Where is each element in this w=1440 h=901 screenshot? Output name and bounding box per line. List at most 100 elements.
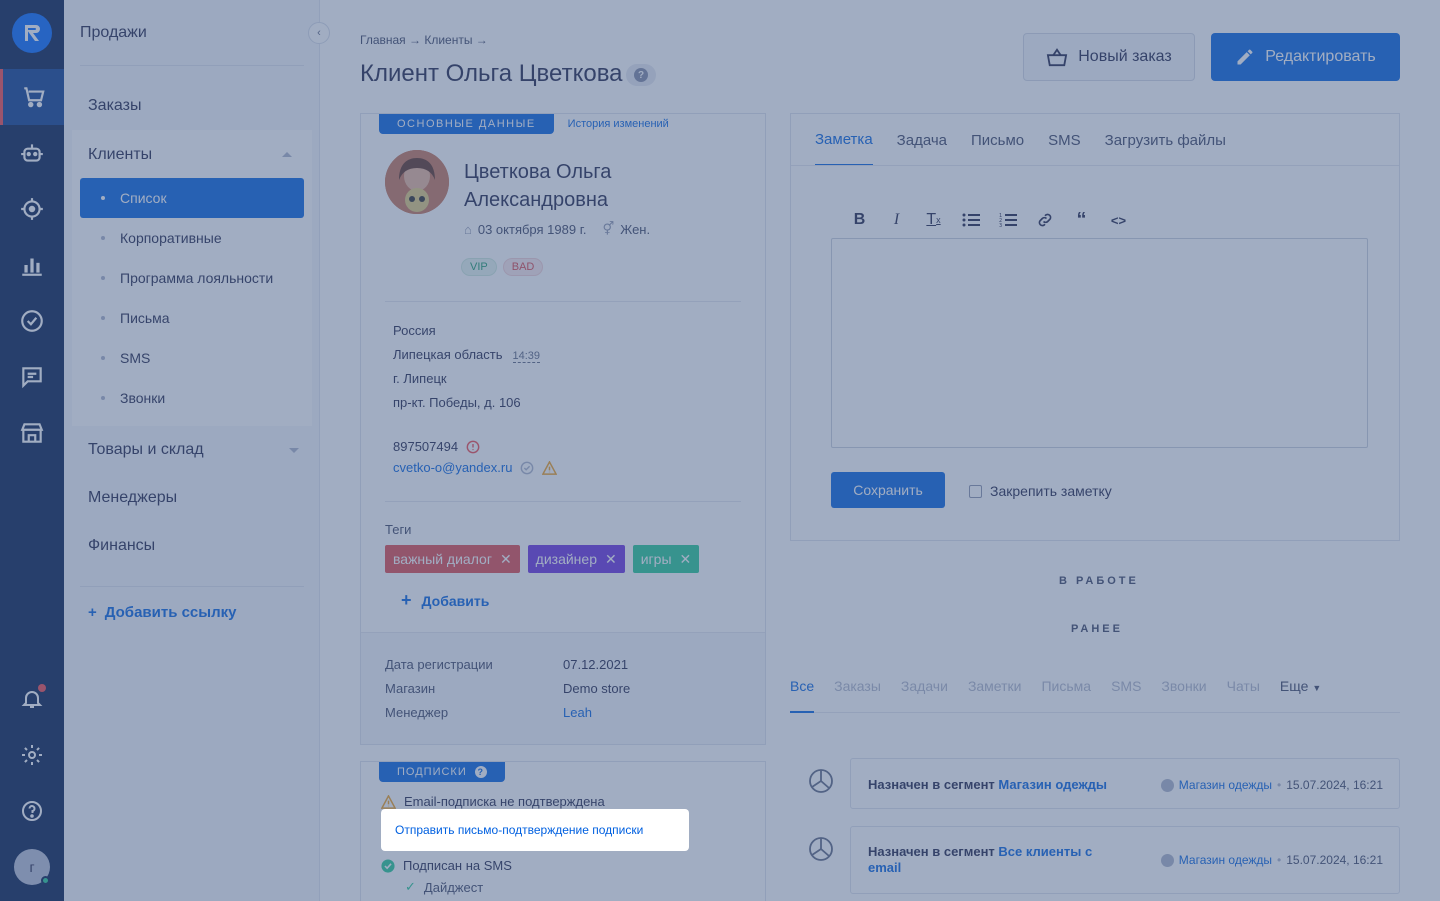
cart-icon[interactable] [0,69,64,125]
digest-text: Дайджест [423,879,484,895]
store-icon[interactable] [0,405,64,461]
help-badge[interactable]: ? [626,64,656,86]
feed-item-text: Назначен в сегмент Все клиенты с email [868,844,1118,876]
region: Липецкая область [393,347,503,362]
chevron-down-icon[interactable] [289,448,299,453]
tab-main-data[interactable]: ОСНОВНЫЕ ДАННЫЕ [379,114,554,134]
shop-link[interactable]: Магазин одежды [1179,853,1272,867]
clear-format-icon[interactable]: Tx [915,208,952,232]
bullet-list-icon[interactable] [952,208,989,232]
chat-icon[interactable] [0,349,64,405]
feed-tab-calls[interactable]: Звонки [1161,675,1206,713]
tab-sms[interactable]: SMS [1048,132,1081,149]
tab-note[interactable]: Заметка [815,114,873,166]
client-phone[interactable]: 897507494 [393,439,480,454]
tag[interactable]: дизайнер ✕ [527,545,625,573]
sidebar-item-calls[interactable]: Звонки [80,378,304,418]
main-content: Главная → Клиенты → Клиент Ольга Цветков… [320,0,1440,901]
feed-tab-notes[interactable]: Заметки [968,675,1022,713]
italic-icon[interactable]: I [878,208,915,232]
feed-item[interactable]: Назначен в сегмент Все клиенты с email М… [850,826,1400,894]
robot-icon[interactable] [0,125,64,181]
feed-tab-chats[interactable]: Чаты [1227,675,1260,713]
segment-link[interactable]: Магазин одежды [998,777,1107,792]
email-warning-text: Email-подписка не подтверждена [404,794,605,809]
segment-pie-icon [809,837,833,861]
add-tag-label: Добавить [421,592,490,609]
logo-icon[interactable] [12,13,52,53]
shop-link[interactable]: Магазин одежды [1179,778,1272,792]
breadcrumb[interactable]: Главная → Клиенты → [360,33,488,47]
sidebar-item-loyalty[interactable]: Программа лояльности [80,258,304,298]
bell-icon[interactable] [0,671,64,727]
chevron-up-icon[interactable] [282,152,292,157]
sidebar-item-corporate[interactable]: Корпоративные [80,218,304,258]
feed-tab-tasks[interactable]: Задачи [901,675,948,713]
client-card: ОСНОВНЫЕ ДАННЫЕ История изменений Цветко… [360,113,766,745]
sidebar-item-sms[interactable]: SMS [80,338,304,378]
sidebar-item-managers[interactable]: Менеджеры [88,489,177,507]
save-button[interactable]: Сохранить [831,472,945,508]
client-email[interactable]: cvetko-o@yandex.ru [393,460,558,475]
note-editor-card: Заметка Задача Письмо SMS Загрузить файл… [790,113,1400,541]
feed-tab-all[interactable]: Все [790,675,815,713]
online-dot [41,876,50,885]
sidebar-item-orders[interactable]: Заказы [88,97,141,115]
bold-icon[interactable]: B [841,208,878,232]
shop-label: Магазин [385,681,436,696]
add-link-button[interactable]: + Добавить ссылку [88,604,236,621]
new-order-button[interactable]: Новый заказ [1023,33,1195,81]
tag[interactable]: игры ✕ [632,545,700,573]
close-icon[interactable]: ✕ [680,551,692,568]
sidebar-item-goods[interactable]: Товары и склад [88,441,204,459]
tab-letter[interactable]: Письмо [971,132,1024,149]
segment-pie-icon [809,769,833,793]
client-avatar[interactable] [385,150,449,214]
question-icon[interactable]: ? [474,766,487,778]
add-link-label: Добавить ссылку [104,604,237,621]
help-icon[interactable] [0,783,64,839]
numbered-list-icon[interactable]: 123 [989,208,1026,232]
quote-icon[interactable]: “ [1063,208,1100,232]
target-icon[interactable] [0,181,64,237]
code-icon[interactable]: <> [1100,208,1137,232]
feed-tab-sms[interactable]: SMS [1111,675,1141,713]
vip-chip: VIP [461,258,497,276]
feed-item-date: 15.07.2024, 16:21 [1286,853,1383,867]
check-circle-icon[interactable] [0,293,64,349]
feed-tab-more[interactable]: Еще ▼ [1280,675,1321,713]
checkbox[interactable] [969,484,982,498]
gear-icon[interactable] [0,727,64,783]
tag-label: дизайнер [535,551,597,567]
close-icon[interactable]: ✕ [500,551,512,568]
pin-note-checkbox[interactable]: Закрепить заметку [969,483,1112,499]
sidebar-item-clients[interactable]: Клиенты [88,146,152,164]
new-order-label: Новый заказ [1078,48,1172,65]
link-icon[interactable] [1026,208,1063,232]
sidebar-item-list[interactable]: Список [80,178,304,218]
sidebar-item-finance[interactable]: Финансы [88,537,155,555]
note-textarea[interactable] [831,238,1368,448]
tag[interactable]: важный диалог ✕ [385,545,520,573]
feed-tab-letters[interactable]: Письма [1041,675,1091,713]
add-tag-button[interactable]: + Добавить [401,590,489,611]
tab-task[interactable]: Задача [897,132,947,149]
check-circle-icon [521,461,534,474]
address-region: Липецкая область 14:39 [393,347,541,363]
close-icon[interactable]: ✕ [605,551,617,568]
analytics-icon[interactable] [0,237,64,293]
send-confirmation-link[interactable]: Отправить письмо-подтверждение подписки [381,809,689,851]
feed-item-date: 15.07.2024, 16:21 [1286,778,1383,792]
divider [385,301,741,302]
feed-item[interactable]: Назначен в сегмент Магазин одежды Магази… [850,758,1400,809]
sidebar-item-letters[interactable]: Письма [80,298,304,338]
tab-upload-files[interactable]: Загрузить файлы [1105,132,1226,149]
feed-tab-orders[interactable]: Заказы [834,675,881,713]
feed-tabs: Все Заказы Задачи Заметки Письма SMS Зво… [790,675,1400,713]
address-city: г. Липецк [393,371,447,386]
edit-button[interactable]: Редактировать [1211,33,1400,81]
user-avatar[interactable]: г [14,849,50,885]
divider [80,65,304,66]
manager-value[interactable]: Leah [563,705,592,720]
tab-history[interactable]: История изменений [554,114,683,134]
